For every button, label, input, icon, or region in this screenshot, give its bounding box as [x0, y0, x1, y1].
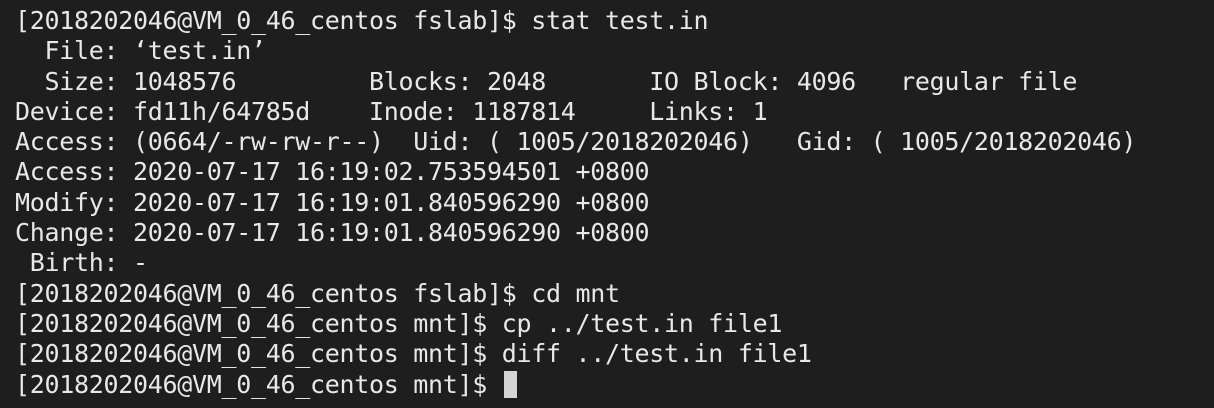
stat-file: File: ‘test.in’	[15, 36, 267, 66]
terminal-window[interactable]: [2018202046@VM_0_46_centos fslab]$ stat …	[0, 0, 1214, 408]
shell-prompt: [2018202046@VM_0_46_centos mnt]$	[15, 369, 502, 399]
stat-modify-time: Modify: 2020-07-17 16:19:01.840596290 +0…	[15, 187, 650, 217]
command-stat: [2018202046@VM_0_46_centos fslab]$ stat …	[15, 6, 709, 35]
stat-birth: Birth: -	[15, 248, 148, 278]
stat-access-time: Access: 2020-07-17 16:19:02.753594501 +0…	[15, 157, 650, 187]
stat-change-time: Change: 2020-07-17 16:19:01.840596290 +0…	[15, 218, 650, 248]
stat-access-perms: Access: (0664/-rw-rw-r--) Uid: ( 1005/20…	[15, 127, 1137, 157]
command-cp: [2018202046@VM_0_46_centos mnt]$ cp ../t…	[15, 308, 783, 338]
command-cd: [2018202046@VM_0_46_centos fslab]$ cd mn…	[15, 278, 620, 308]
text-cursor[interactable]	[503, 370, 517, 398]
stat-size: Size: 1048576 Blocks: 2048 IO Block: 409…	[15, 66, 1078, 96]
stat-device: Device: fd11h/64785d Inode: 1187814 Link…	[15, 96, 768, 126]
active-prompt-line[interactable]: [2018202046@VM_0_46_centos mnt]$	[15, 370, 1214, 400]
command-diff: [2018202046@VM_0_46_centos mnt]$ diff ..…	[15, 339, 812, 369]
